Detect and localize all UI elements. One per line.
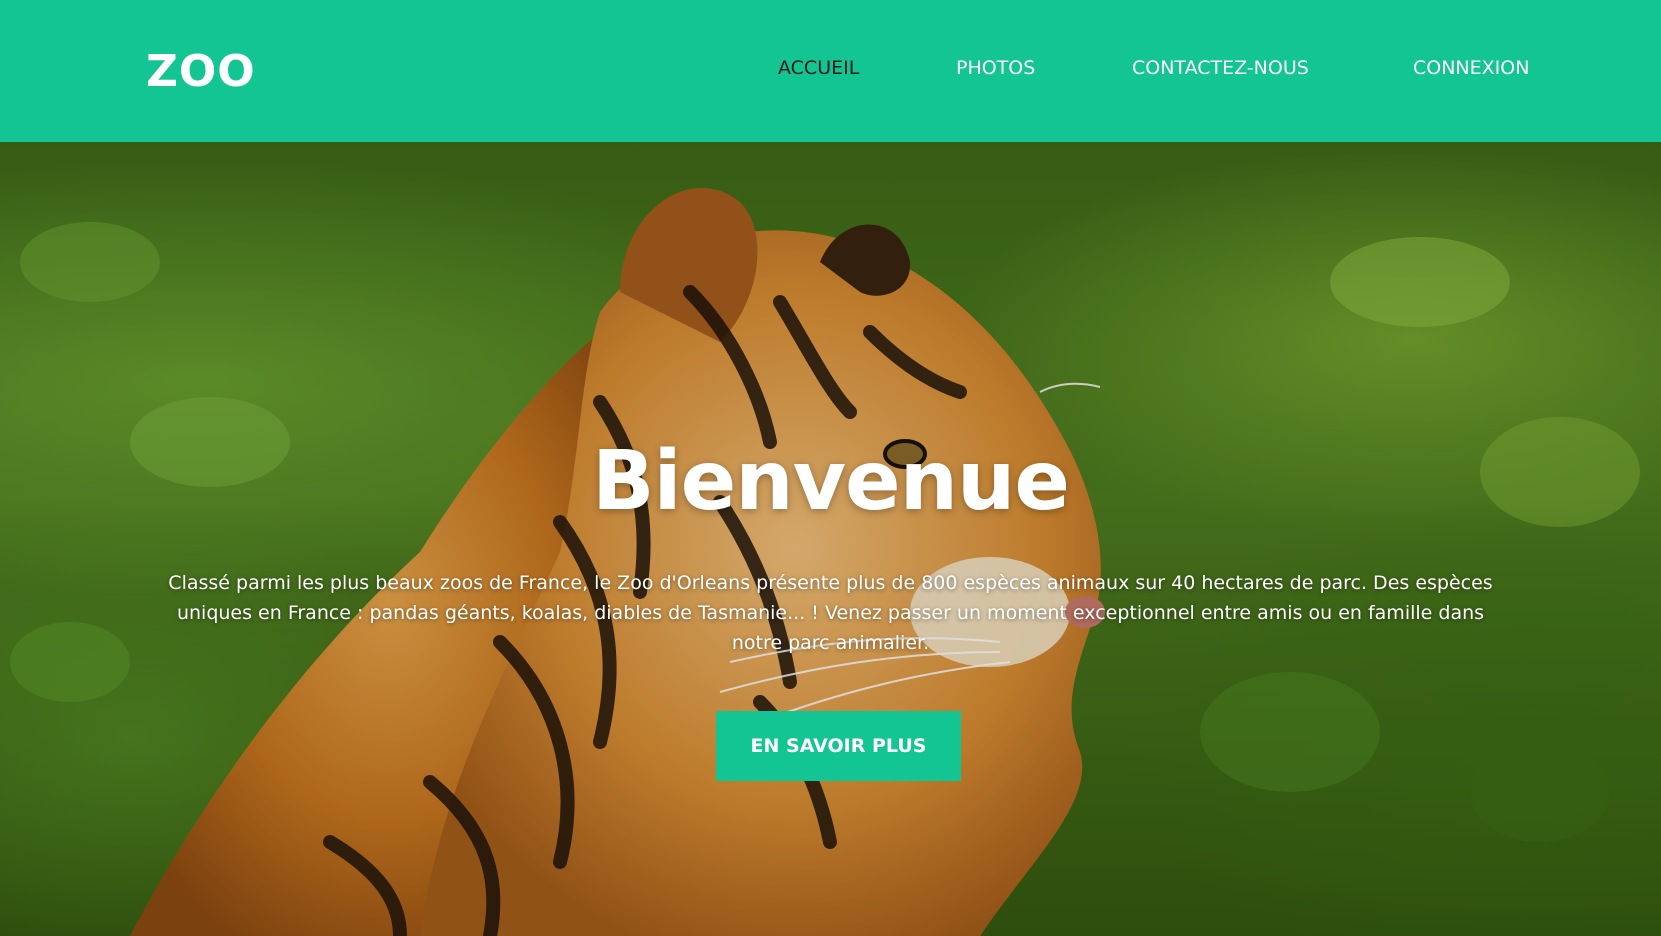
nav-item-photos[interactable]: PHOTOS bbox=[956, 54, 1035, 82]
nav-item-accueil[interactable]: ACCUEIL bbox=[778, 54, 859, 82]
nav-item-connexion[interactable]: CONNEXION bbox=[1413, 54, 1529, 82]
learn-more-button[interactable]: EN SAVOIR PLUS bbox=[716, 711, 961, 781]
nav-item-contactez-nous[interactable]: CONTACTEZ-NOUS bbox=[1132, 54, 1309, 82]
hero-overlay bbox=[0, 142, 1661, 936]
hero-description: Classé parmi les plus beaux zoos de Fran… bbox=[168, 572, 1493, 654]
hero-section: Bienvenue Classé parmi les plus beaux zo… bbox=[0, 142, 1661, 936]
hero-title: Bienvenue bbox=[591, 434, 1070, 529]
main-nav: ACCUEIL PHOTOS CONTACTEZ-NOUS CONNEXION bbox=[0, 54, 1661, 84]
site-header: ZOO ACCUEIL PHOTOS CONTACTEZ-NOUS CONNEX… bbox=[0, 0, 1661, 142]
